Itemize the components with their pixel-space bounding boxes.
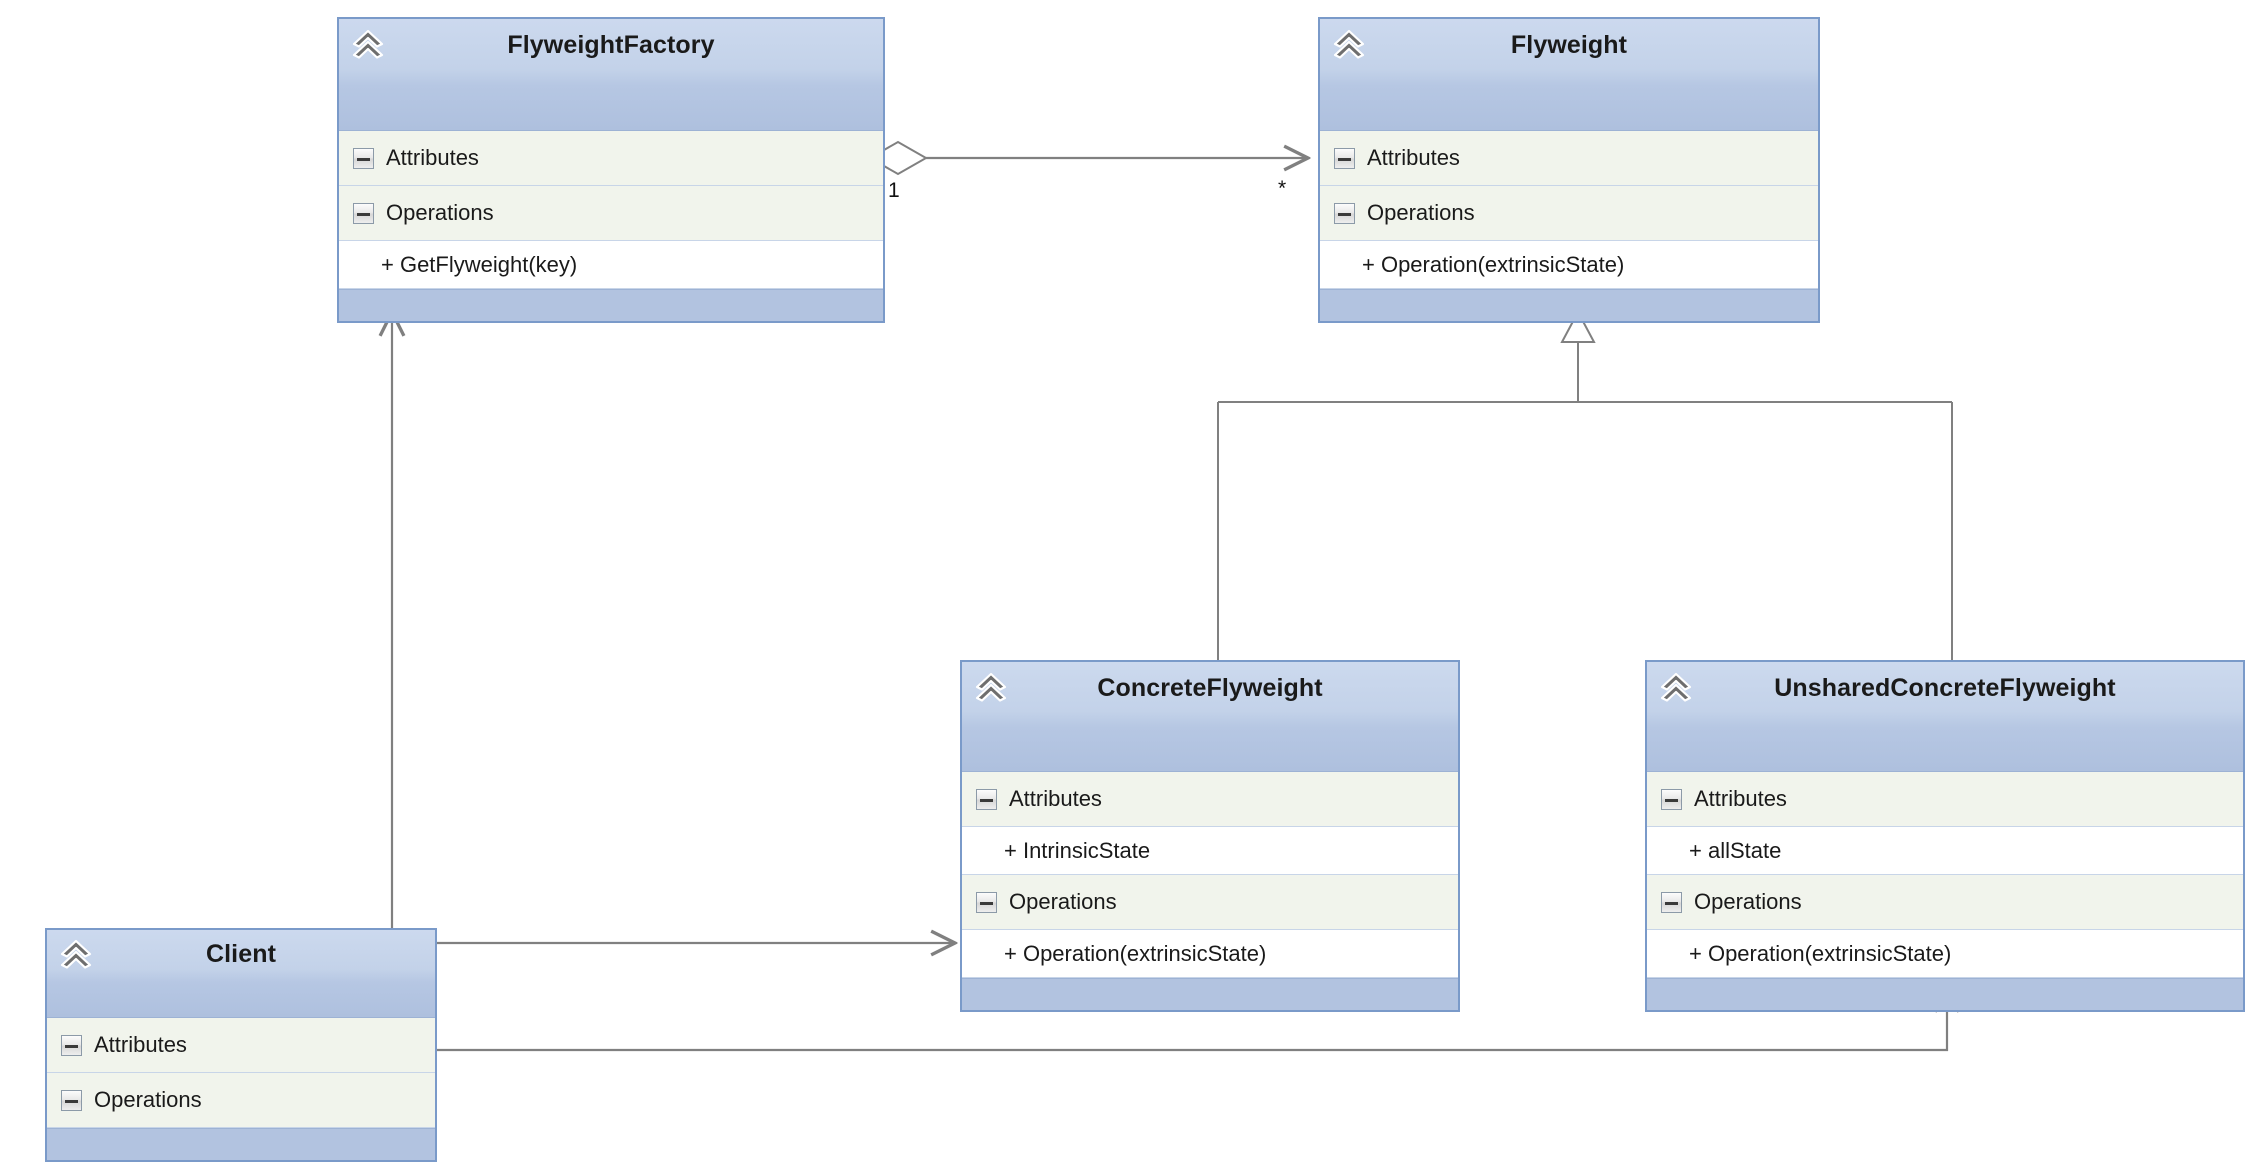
- operations-label: Operations: [1367, 200, 1475, 225]
- attributes-label: Attributes: [386, 145, 479, 170]
- attributes-section-flyweight[interactable]: Attributes: [1320, 131, 1818, 186]
- operations-label: Operations: [1694, 889, 1802, 914]
- collapse-minus-icon[interactable]: [1334, 202, 1355, 224]
- uml-diagram-canvas: 1 * FlyweightFactory Attributes Operatio…: [0, 0, 2256, 1171]
- class-chevron-icon: [352, 29, 384, 59]
- class-footer-flyweight: [1320, 289, 1818, 321]
- class-chevron-icon: [1333, 29, 1365, 59]
- attributes-label: Attributes: [1694, 786, 1787, 811]
- class-header-flyweight: Flyweight: [1320, 19, 1818, 131]
- aggregation-target-multiplicity: *: [1278, 177, 1287, 200]
- operations-section-flyweight[interactable]: Operations: [1320, 186, 1818, 241]
- class-box-flyweight[interactable]: Flyweight Attributes Operations + Operat…: [1318, 17, 1820, 323]
- operation-item[interactable]: + Operation(extrinsicState): [962, 930, 1458, 978]
- operation-item[interactable]: + GetFlyweight(key): [339, 241, 883, 289]
- class-box-concreteflyweight[interactable]: ConcreteFlyweight Attributes + Intrinsic…: [960, 660, 1460, 1012]
- class-box-flyweightfactory[interactable]: FlyweightFactory Attributes Operations +…: [337, 17, 885, 323]
- class-chevron-icon: [1660, 672, 1692, 702]
- operation-text: + Operation(extrinsicState): [1004, 940, 1267, 966]
- operation-text: + Operation(extrinsicState): [1362, 251, 1625, 277]
- operation-text: + GetFlyweight(key): [381, 251, 578, 277]
- aggregation-source-multiplicity: 1: [888, 179, 900, 202]
- attributes-section-flyweightfactory[interactable]: Attributes: [339, 131, 883, 186]
- attribute-text: + IntrinsicState: [1004, 837, 1151, 863]
- class-box-client[interactable]: Client Attributes Operations: [45, 928, 437, 1162]
- collapse-minus-icon[interactable]: [1334, 147, 1355, 169]
- attributes-section-concreteflyweight[interactable]: Attributes: [962, 772, 1458, 827]
- collapse-minus-icon[interactable]: [976, 788, 997, 810]
- class-box-unsharedconcreteflyweight[interactable]: UnsharedConcreteFlyweight Attributes + a…: [1645, 660, 2245, 1012]
- class-title-flyweight: Flyweight: [1510, 31, 1628, 59]
- collapse-minus-icon[interactable]: [61, 1034, 82, 1056]
- operation-item[interactable]: + Operation(extrinsicState): [1320, 241, 1818, 289]
- class-header-flyweightfactory: FlyweightFactory: [339, 19, 883, 131]
- operations-label: Operations: [1009, 889, 1117, 914]
- class-title-concreteflyweight: ConcreteFlyweight: [1097, 674, 1323, 702]
- operations-label: Operations: [94, 1087, 202, 1112]
- operations-section-concreteflyweight[interactable]: Operations: [962, 875, 1458, 930]
- collapse-minus-icon[interactable]: [1661, 788, 1682, 810]
- operations-section-client[interactable]: Operations: [47, 1073, 435, 1128]
- attributes-label: Attributes: [1009, 786, 1102, 811]
- class-header-concreteflyweight: ConcreteFlyweight: [962, 662, 1458, 772]
- collapse-minus-icon[interactable]: [1661, 891, 1682, 913]
- class-footer-unsharedconcreteflyweight: [1647, 978, 2243, 1010]
- collapse-minus-icon[interactable]: [353, 147, 374, 169]
- class-footer-concreteflyweight: [962, 978, 1458, 1010]
- edge-factory-aggregates-flyweight[interactable]: [867, 140, 1308, 176]
- class-title-unsharedconcreteflyweight: UnsharedConcreteFlyweight: [1774, 674, 2116, 702]
- attributes-section-unsharedconcreteflyweight[interactable]: Attributes: [1647, 772, 2243, 827]
- class-footer-flyweightfactory: [339, 289, 883, 321]
- attribute-text: + allState: [1689, 837, 1782, 863]
- attribute-item[interactable]: + IntrinsicState: [962, 827, 1458, 875]
- edge-generalization-tree[interactable]: [1217, 309, 1953, 660]
- collapse-minus-icon[interactable]: [976, 891, 997, 913]
- operation-item[interactable]: + Operation(extrinsicState): [1647, 930, 2243, 978]
- class-footer-client: [47, 1128, 435, 1160]
- class-chevron-icon: [975, 672, 1007, 702]
- attributes-section-client[interactable]: Attributes: [47, 1018, 435, 1073]
- class-header-client: Client: [47, 930, 435, 1018]
- operation-text: + Operation(extrinsicState): [1689, 940, 1952, 966]
- collapse-minus-icon[interactable]: [353, 202, 374, 224]
- class-chevron-icon: [60, 939, 92, 969]
- class-title-client: Client: [205, 940, 277, 968]
- operations-label: Operations: [386, 200, 494, 225]
- attributes-label: Attributes: [94, 1032, 187, 1057]
- attribute-item[interactable]: + allState: [1647, 827, 2243, 875]
- collapse-minus-icon[interactable]: [61, 1089, 82, 1111]
- operations-section-flyweightfactory[interactable]: Operations: [339, 186, 883, 241]
- attributes-label: Attributes: [1367, 145, 1460, 170]
- operations-section-unsharedconcreteflyweight[interactable]: Operations: [1647, 875, 2243, 930]
- class-header-unsharedconcreteflyweight: UnsharedConcreteFlyweight: [1647, 662, 2243, 772]
- class-title-flyweightfactory: FlyweightFactory: [507, 31, 715, 59]
